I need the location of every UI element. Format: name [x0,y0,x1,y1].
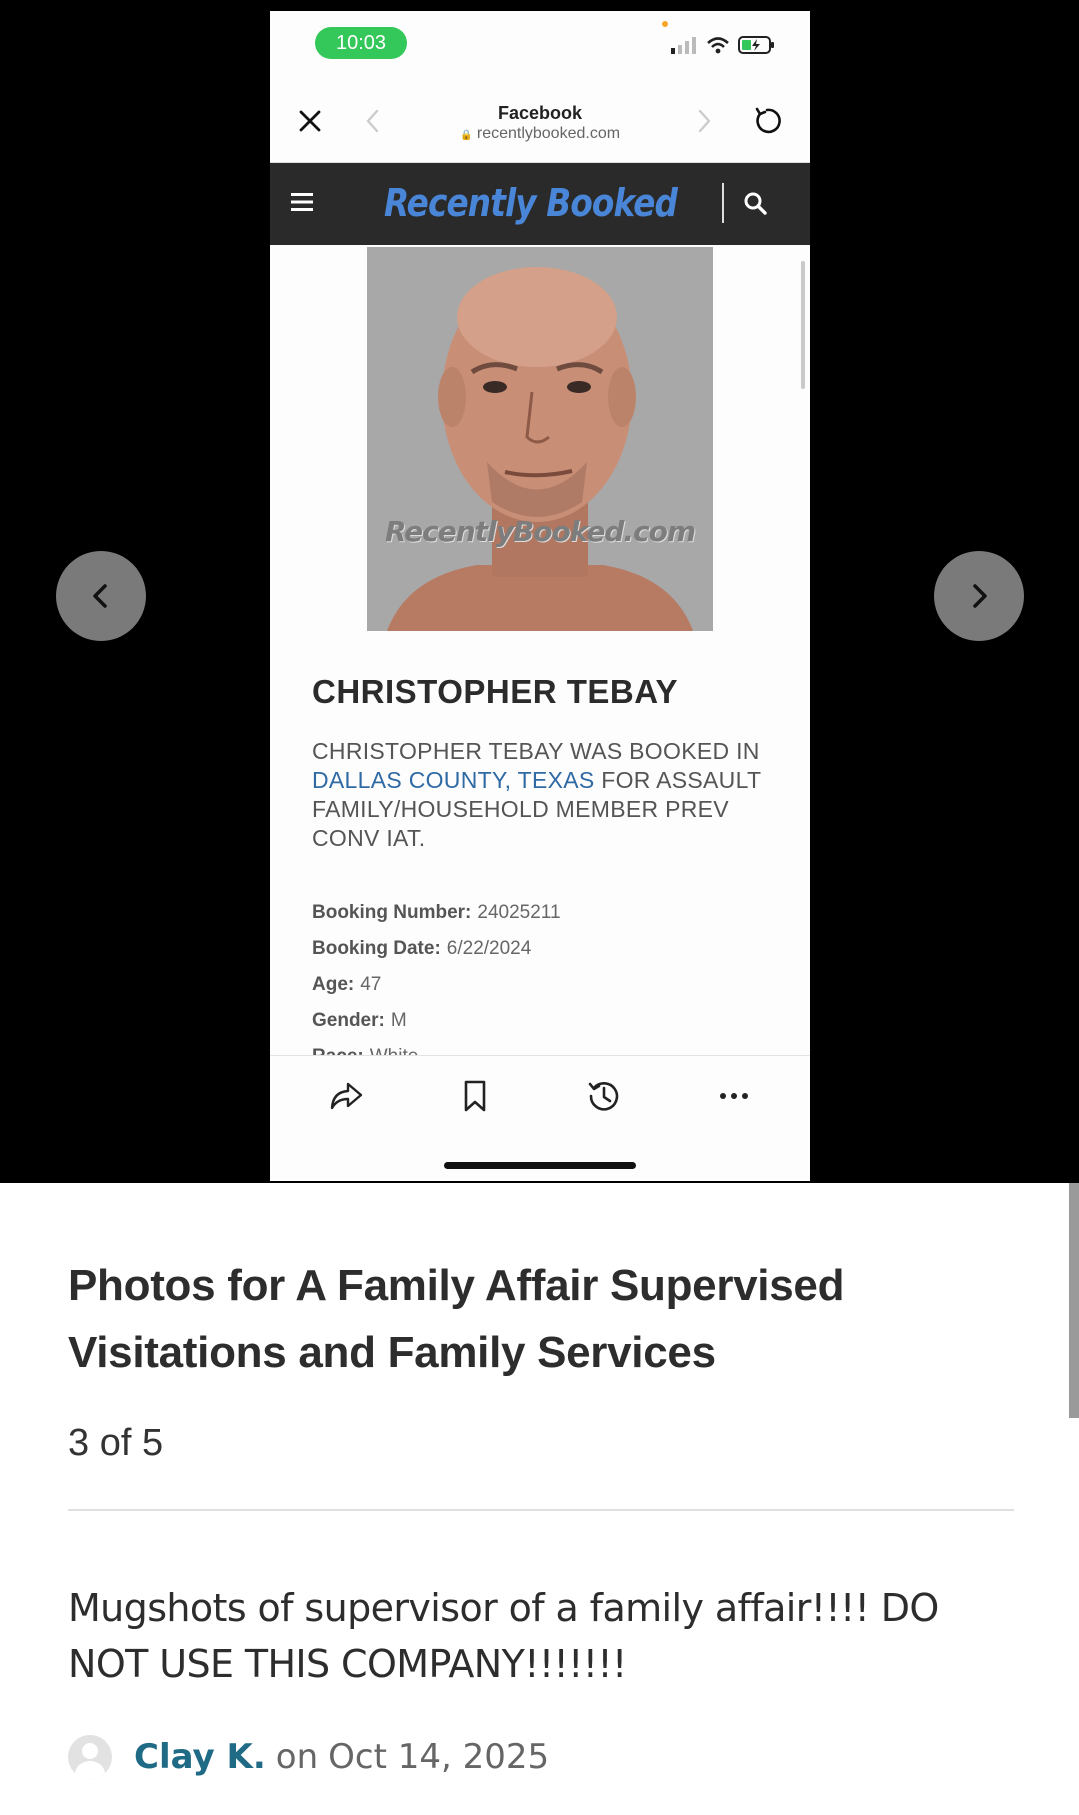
detail-row: Booking Number: 24025211 [312,895,782,931]
booking-content: RecentlyBooked.com CHRISTOPHER TEBAY CHR… [270,245,810,1067]
history-button[interactable] [584,1076,624,1116]
chevron-left-icon [93,584,107,608]
bookmark-button[interactable] [455,1076,495,1116]
site-menu-button[interactable] [290,191,314,218]
detail-row: Booking Date: 6/22/2024 [312,931,782,967]
author-name-link[interactable]: Clay K. [134,1737,266,1777]
detail-label: Booking Number: [312,902,472,923]
status-time: 10:03 [315,27,407,59]
reload-icon [755,107,781,134]
mugshot-image [367,247,713,631]
in-app-browser-bar: Facebook 🔒 recentlybooked.com [270,79,810,163]
county-link[interactable]: DALLAS COUNTY, TEXAS [312,767,595,793]
status-bar: 10:03 [270,11,810,79]
previous-photo-button[interactable] [56,551,146,641]
mugshot-watermark: RecentlyBooked.com [384,515,696,548]
more-button[interactable] [714,1076,754,1116]
post-date: Oct 14, 2025 [328,1737,550,1777]
status-icons [670,35,776,55]
avatar[interactable] [68,1735,112,1779]
photos-title: Photos for A Family Affair Supervised Vi… [68,1261,845,1377]
bookmark-icon [464,1080,486,1112]
mic-indicator [662,21,668,27]
chevron-right-icon [973,584,987,608]
photo-counter: 3 of 5 [68,1422,164,1464]
detail-value: M [390,1010,407,1031]
avatar-head [82,1743,98,1759]
avatar-body [75,1761,105,1779]
lock-icon: 🔒 [459,130,473,141]
more-icon [720,1093,748,1099]
chevron-right-icon [698,109,711,133]
menu-icon [291,193,313,211]
browser-forward-button[interactable] [688,105,720,137]
detail-value: 47 [360,974,382,995]
booking-description: CHRISTOPHER TEBAY WAS BOOKED IN DALLAS C… [312,737,782,853]
reload-button[interactable] [751,105,783,137]
author-on: on [275,1737,319,1777]
browser-url: 🔒 recentlybooked.com [270,125,810,143]
description-text-1: CHRISTOPHER TEBAY WAS BOOKED IN [312,738,760,764]
battery-icon [738,36,774,54]
next-photo-button[interactable] [934,551,1024,641]
header-divider [722,183,724,223]
signal-icon [671,37,696,54]
wifi-icon [707,37,729,54]
detail-row: Age: 47 [312,967,782,1003]
home-indicator [444,1162,636,1169]
share-button[interactable] [326,1076,366,1116]
detail-value: 24025211 [477,902,561,923]
history-icon [588,1082,619,1111]
person-name: CHRISTOPHER TEBAY [312,673,679,710]
site-header: Recently Booked [270,163,810,245]
share-icon [330,1082,363,1110]
phone-screenshot: 10:03 Facebook 🔒 recentlybooked.com Rece… [270,11,810,1181]
content-scrollbar[interactable] [801,261,805,389]
page-scrollbar[interactable] [1069,1183,1079,1418]
browser-toolbar [270,1055,810,1181]
detail-value: 6/22/2024 [446,938,532,959]
mugshot-photo: RecentlyBooked.com [367,247,713,631]
photo-caption: Mugshots of supervisor of a family affai… [68,1586,939,1686]
detail-label: Age: [312,974,355,995]
photo-viewer: 10:03 Facebook 🔒 recentlybooked.com Rece… [0,0,1079,1183]
site-logo[interactable]: Recently Booked [384,181,678,225]
divider [68,1509,1014,1511]
booking-details: Booking Number: 24025211 Booking Date: 6… [312,895,782,1075]
detail-row: Gender: M [312,1003,782,1039]
site-search-button[interactable] [742,190,768,221]
detail-label: Booking Date: [312,938,441,959]
detail-label: Gender: [312,1010,385,1031]
browser-url-text: recentlybooked.com [476,125,621,142]
search-icon [744,192,767,215]
author-row: Clay K. on Oct 14, 2025 [68,1733,549,1781]
browser-title: Facebook [497,103,583,123]
